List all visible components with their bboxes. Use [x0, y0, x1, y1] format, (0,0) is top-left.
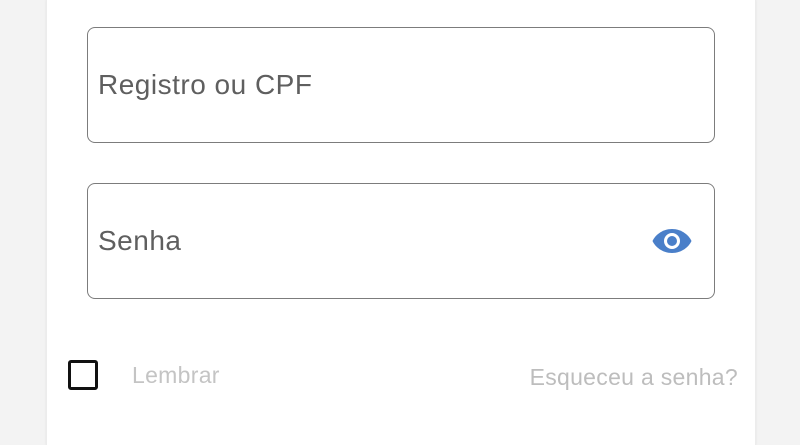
forgot-password-link[interactable]: Esqueceu a senha?	[530, 364, 738, 391]
remember-label: Lembrar	[132, 361, 220, 388]
show-password-button[interactable]	[650, 226, 694, 256]
remember-checkbox[interactable]	[68, 360, 98, 390]
eye-icon	[652, 229, 692, 253]
remember-me[interactable]: Lembrar	[68, 360, 220, 390]
password-input[interactable]	[98, 225, 650, 257]
username-field[interactable]	[87, 27, 715, 143]
password-field[interactable]	[87, 183, 715, 299]
login-page: Lembrar Esqueceu a senha?	[0, 0, 800, 445]
username-input[interactable]	[98, 69, 694, 101]
